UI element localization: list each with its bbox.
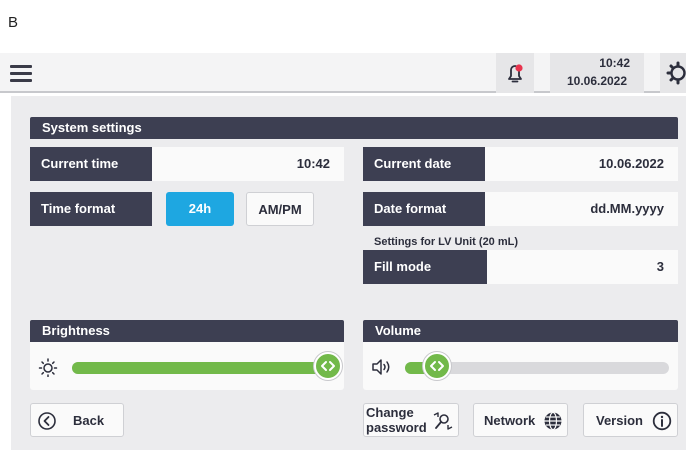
fill-mode-value[interactable]: 3 [487, 250, 678, 284]
settings-button[interactable] [660, 53, 686, 93]
brightness-header: Brightness [30, 320, 344, 342]
time-format-ampm-button[interactable]: AM/PM [246, 192, 314, 226]
volume-slider-handle[interactable] [422, 352, 451, 380]
notification-bell-icon [508, 64, 523, 83]
chevrons-icon [429, 361, 444, 371]
globe-icon [544, 411, 562, 431]
volume-panel [363, 342, 678, 390]
chevrons-icon [321, 361, 336, 371]
alert-dot [515, 64, 523, 72]
time-format-label: Time format [30, 192, 152, 226]
clock-display: 10:42 10.06.2022 [550, 53, 644, 93]
lv-unit-note: Settings for LV Unit (20 mL) [374, 236, 519, 248]
notification-button[interactable] [496, 53, 534, 93]
change-password-line1: Change [366, 405, 414, 420]
current-time-value[interactable]: 10:42 [152, 147, 344, 181]
back-button[interactable]: Back [30, 403, 124, 437]
current-date-label: Current date [363, 147, 485, 181]
brightness-panel [30, 342, 344, 390]
figure-label: B [8, 14, 19, 31]
password-reset-icon [433, 412, 453, 430]
date-format-value[interactable]: dd.MM.yyyy [485, 192, 678, 226]
settings-gear-icon [666, 61, 686, 85]
brightness-slider-handle[interactable] [314, 352, 343, 380]
fill-mode-label: Fill mode [363, 250, 487, 284]
date-format-label: Date format [363, 192, 485, 226]
network-button[interactable]: Network [473, 403, 568, 437]
menu-icon[interactable] [10, 63, 34, 83]
current-date-value[interactable]: 10.06.2022 [485, 147, 678, 181]
brightness-slider-fill [72, 362, 329, 374]
info-icon [652, 411, 672, 431]
change-password-button[interactable]: Change password [363, 403, 459, 437]
change-password-line2: password [366, 420, 427, 435]
speaker-icon [372, 359, 390, 375]
version-button[interactable]: Version [583, 403, 678, 437]
brightness-slider-track[interactable] [72, 362, 336, 374]
header-date: 10.06.2022 [566, 74, 628, 88]
network-label: Network [484, 413, 536, 428]
top-bar: 10:42 10.06.2022 [0, 53, 686, 93]
volume-header: Volume [363, 320, 678, 342]
back-label: Back [73, 413, 105, 428]
back-arrow-icon [38, 412, 56, 430]
sun-icon [38, 358, 58, 377]
current-time-label: Current time [30, 147, 152, 181]
version-label: Version [596, 413, 643, 428]
time-format-24h-button[interactable]: 24h [166, 192, 234, 226]
header-time: 10:42 [599, 56, 630, 70]
system-settings-header: System settings [30, 117, 678, 139]
